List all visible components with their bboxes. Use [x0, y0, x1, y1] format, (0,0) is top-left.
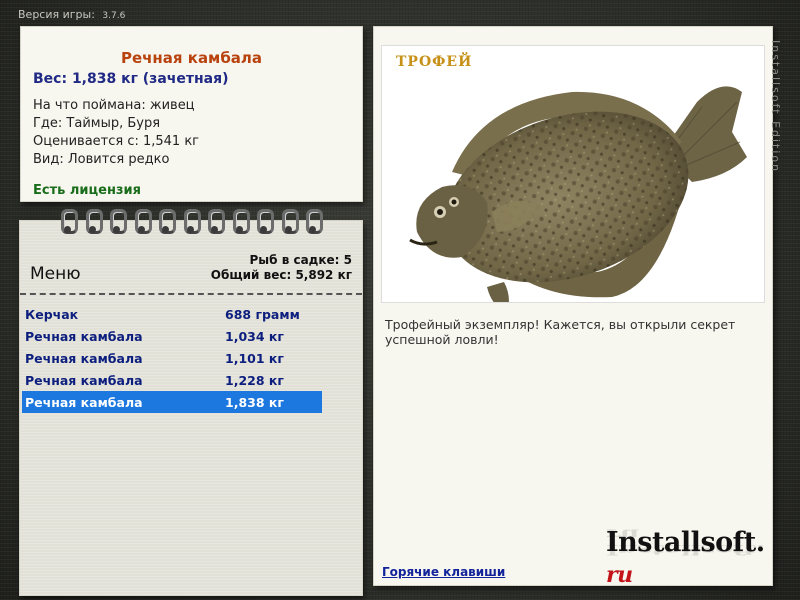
binder-rings: [58, 209, 323, 234]
fish-title: Речная камбала: [120, 49, 263, 67]
trophy-description: Трофейный экземпляр! Кажется, вы открыли…: [385, 317, 736, 347]
catch-name: Речная камбала: [25, 394, 143, 410]
fish-count: Рыб в садке: 5: [249, 253, 353, 267]
catch-name: Речная камбала: [25, 372, 143, 388]
kind-line: Вид: Ловится редко: [33, 152, 170, 167]
side-edition-text: Installsoft Edition: [769, 40, 782, 174]
menu-button[interactable]: Меню: [30, 264, 81, 284]
menu-panel: Меню Рыб в садке: 5 Общий вес: 5,892 кг …: [19, 209, 363, 596]
divider: [20, 293, 362, 295]
version-label: Версия игры: 3.7.6: [18, 8, 125, 21]
catch-name: Керчак: [25, 306, 79, 322]
catch-info-card: Речная камбала Вес: 1,838 кг (зачетная) …: [20, 26, 363, 202]
catch-weight: 1,838 кг: [225, 394, 284, 410]
ring-icon: [132, 209, 152, 234]
ring-icon: [181, 209, 201, 234]
trophy-image-frame: ТРОФЕЙ: [381, 45, 765, 303]
catch-weight: 688 грамм: [225, 306, 300, 322]
place-line: Где: Таймыр, Буря: [33, 116, 161, 131]
ring-icon: [107, 209, 127, 234]
catch-list: Керчак 688 грамм Речная камбала 1,034 кг…: [22, 303, 322, 413]
flounder-fish-image: [409, 86, 747, 302]
catch-row[interactable]: Речная камбала 1,034 кг: [22, 325, 322, 347]
logo-reflection: Installsoft. ru: [606, 526, 765, 557]
rated-line: Оценивается с: 1,541 кг: [33, 134, 200, 149]
catch-row[interactable]: Речная камбала 1,228 кг: [22, 369, 322, 391]
total-weight: Общий вес: 5,892 кг: [210, 268, 352, 282]
catch-weight: 1,228 кг: [225, 372, 284, 388]
ring-icon: [303, 209, 323, 234]
ring-icon: [83, 209, 103, 234]
bait-line: На что поймана: живец: [33, 98, 195, 113]
fish-weight: Вес: 1,838 кг (зачетная): [33, 71, 229, 87]
license-status: Есть лицензия: [33, 183, 141, 198]
ring-icon: [156, 209, 176, 234]
catch-name: Речная камбала: [25, 350, 143, 366]
keepnet-stats: Рыб в садке: 5 Общий вес: 5,892 кг: [211, 253, 352, 283]
catch-name: Речная камбала: [25, 328, 143, 344]
ring-icon: [230, 209, 250, 234]
version-text: Версия игры:: [18, 8, 95, 21]
ring-icon: [205, 209, 225, 234]
ring-icon: [58, 209, 78, 234]
catch-weight: 1,101 кг: [225, 350, 284, 366]
version-number: 3.7.6: [102, 11, 126, 21]
ring-icon: [279, 209, 299, 234]
catch-row[interactable]: Керчак 688 грамм: [22, 303, 322, 325]
trophy-panel: ТРОФЕЙ Трофейный экземпляр! Кажется, вы …: [373, 26, 773, 588]
catch-weight: 1,034 кг: [225, 328, 284, 344]
hotkeys-link[interactable]: Горячие клавиши: [382, 565, 505, 579]
ring-icon: [254, 209, 274, 234]
catch-row-selected[interactable]: Речная камбала 1,838 кг: [22, 391, 322, 413]
catch-row[interactable]: Речная камбала 1,101 кг: [22, 347, 322, 369]
